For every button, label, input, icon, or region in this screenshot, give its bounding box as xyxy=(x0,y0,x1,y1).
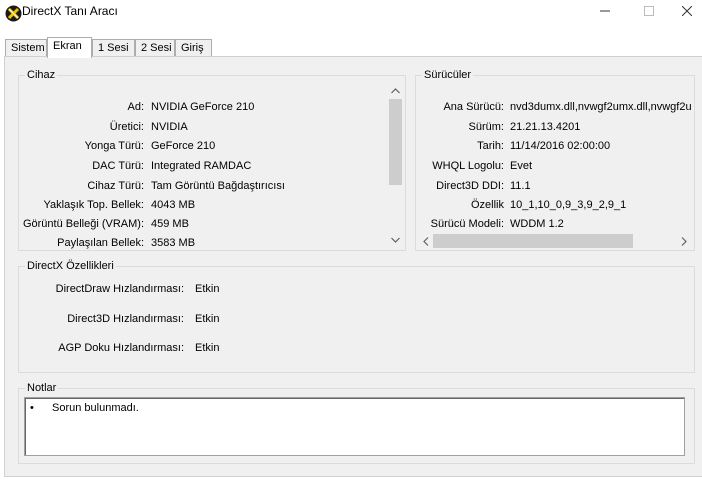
device-label-total-memory: Yaklaşık Top. Bellek: xyxy=(43,199,144,211)
device-value-name: NVIDIA GeForce 210 xyxy=(151,101,255,113)
driver-label-whql: WHQL Logolu: xyxy=(432,160,504,172)
drivers-scroll-thumb[interactable] xyxy=(433,234,633,248)
driver-value-main: nvd3dumx.dll,nvwgf2umx.dll,nvwgf2u xyxy=(510,101,692,113)
minimize-icon xyxy=(600,10,610,12)
tab-sistem[interactable]: Sistem xyxy=(5,39,47,57)
maximize-button[interactable] xyxy=(626,0,672,22)
device-label-dac-type: DAC Türü: xyxy=(92,160,144,172)
maximize-icon xyxy=(644,6,654,16)
device-value-vram: 459 MB xyxy=(151,218,189,230)
feature-label-agp: AGP Doku Hızlandırması: xyxy=(58,342,184,354)
driver-value-version: 21.21.13.4201 xyxy=(510,121,581,133)
device-label-manufacturer: Üretici: xyxy=(109,121,144,133)
device-scroll-thumb[interactable] xyxy=(389,99,402,185)
driver-label-version: Sürüm: xyxy=(468,121,504,133)
title-bar: DirectX Tanı Aracı xyxy=(0,0,702,30)
tab-2-sesi[interactable]: 2 Sesi xyxy=(135,39,175,57)
scroll-down-icon[interactable] xyxy=(390,234,401,245)
scroll-left-icon[interactable] xyxy=(420,236,431,247)
tab-1-sesi[interactable]: 1 Sesi xyxy=(92,39,135,57)
feature-label-directdraw: DirectDraw Hızlandırması: xyxy=(55,283,184,295)
notes-textbox[interactable]: • Sorun bulunmadı. xyxy=(24,397,685,456)
tab-ekran[interactable]: Ekran xyxy=(47,37,92,58)
close-button[interactable] xyxy=(672,0,702,22)
device-label-vram: Görüntü Belleği (VRAM): xyxy=(22,218,144,230)
device-label-device-type: Cihaz Türü: xyxy=(87,180,144,192)
feature-label-direct3d: Direct3D Hızlandırması: xyxy=(67,313,184,325)
directx-logo-icon xyxy=(5,5,22,22)
device-value-device-type: Tam Görüntü Bağdaştırıcısı xyxy=(151,180,285,192)
device-vertical-scrollbar[interactable] xyxy=(388,82,403,248)
driver-label-d3d-ddi: Direct3D DDI: xyxy=(436,180,504,192)
notes-bullet: • xyxy=(30,402,34,414)
device-group-title: Cihaz xyxy=(25,69,58,81)
device-value-chip-type: GeForce 210 xyxy=(151,140,216,152)
feature-value-direct3d: Etkin xyxy=(195,313,220,325)
device-label-shared-memory: Paylaşılan Bellek: xyxy=(57,237,144,249)
device-value-shared-memory: 3583 MB xyxy=(151,237,196,249)
minimize-button[interactable] xyxy=(582,0,628,22)
driver-value-date: 11/14/2016 02:00:00 xyxy=(510,140,611,152)
device-label-chip-type: Yonga Türü: xyxy=(84,140,144,152)
notes-text: Sorun bulunmadı. xyxy=(52,402,139,414)
driver-label-date: Tarih: xyxy=(477,140,504,152)
close-icon xyxy=(682,6,692,16)
device-value-total-memory: 4043 MB xyxy=(151,199,196,211)
driver-label-model: Sürücü Modeli: xyxy=(430,218,504,230)
feature-value-agp: Etkin xyxy=(195,342,220,354)
device-value-dac-type: Integrated RAMDAC xyxy=(151,160,252,172)
driver-label-main: Ana Sürücü: xyxy=(443,101,504,113)
window-title: DirectX Tanı Aracı xyxy=(22,4,118,18)
driver-value-feature: 10_1,10_0,9_3,9_2,9_1 xyxy=(510,199,627,211)
driver-value-d3d-ddi: 11.1 xyxy=(510,180,531,192)
tab-giris[interactable]: Giriş xyxy=(175,39,212,57)
driver-value-whql: Evet xyxy=(510,160,533,172)
feature-value-directdraw: Etkin xyxy=(195,283,220,295)
scroll-up-icon[interactable] xyxy=(390,85,401,96)
device-label-name: Ad: xyxy=(127,101,144,113)
device-value-manufacturer: NVIDIA xyxy=(151,121,188,133)
driver-label-feature: Özellik xyxy=(470,199,504,211)
directx-features-title: DirectX Özellikleri xyxy=(25,260,116,272)
scroll-right-icon[interactable] xyxy=(678,236,689,247)
drivers-horizontal-scrollbar[interactable] xyxy=(417,233,693,249)
drivers-list: Ana Sürücü: nvd3dumx.dll,nvwgf2umx.dll,n… xyxy=(416,76,694,232)
notes-title: Notlar xyxy=(25,382,59,394)
driver-value-model: WDDM 1.2 xyxy=(510,218,564,230)
